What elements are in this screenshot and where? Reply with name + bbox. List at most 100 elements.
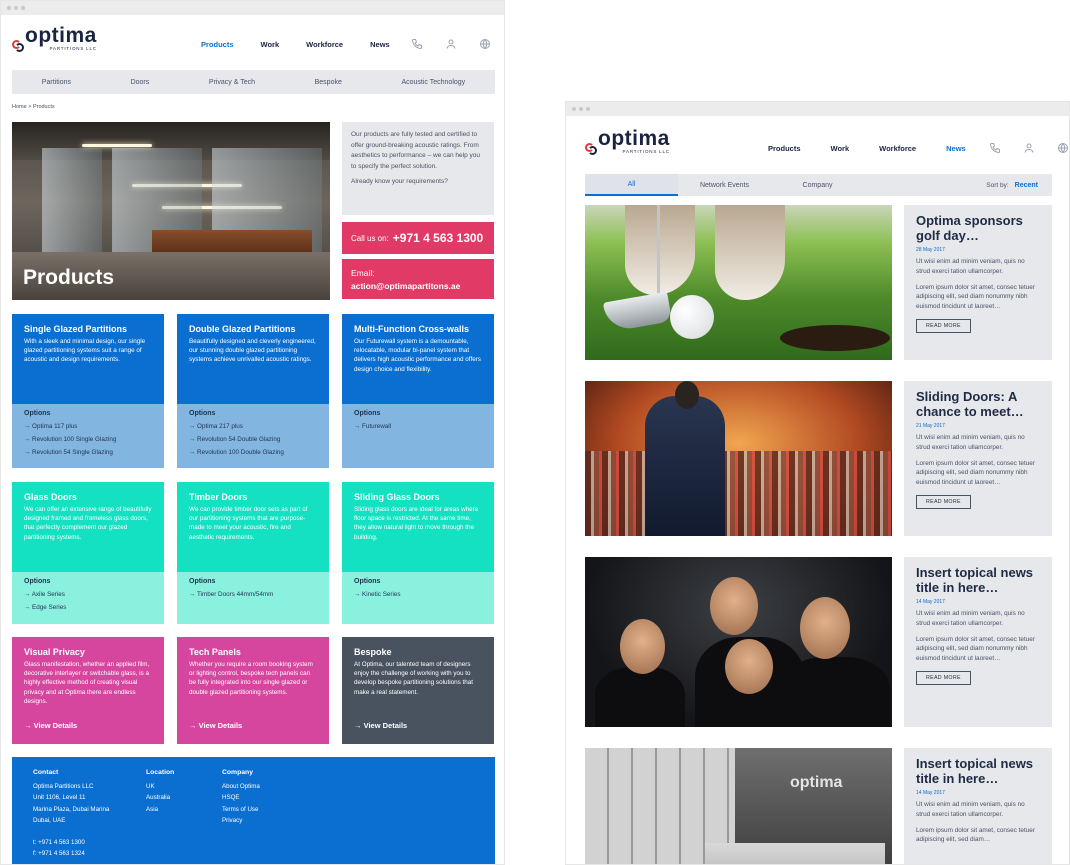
footer-link[interactable]: Privacy	[222, 815, 260, 826]
option-link[interactable]: Kinetic Series	[354, 589, 482, 602]
sort-value[interactable]: Recent	[1015, 182, 1038, 189]
news-excerpt: Lorem ipsum dolor sit amet, consec tetue…	[916, 459, 1035, 487]
filter-tab-network-events[interactable]: Network Events	[678, 174, 771, 196]
office-sign-logo: optima	[790, 774, 843, 791]
read-more-button[interactable]: READ MORE	[916, 318, 971, 333]
office-photo[interactable]: optima	[585, 748, 892, 864]
nav-workforce[interactable]: Workforce	[306, 40, 343, 49]
optima-logo[interactable]: optima PARTITIONS LLC	[12, 25, 97, 52]
news-title[interactable]: Insert topical news title in here…	[916, 565, 1040, 595]
footer-phone[interactable]: t: +971 4 563 1300	[33, 837, 109, 848]
card-title: Timber Doors	[189, 492, 248, 502]
option-link[interactable]: Revolution 54 Single Glazing	[24, 447, 152, 460]
user-icon[interactable]	[1022, 141, 1036, 155]
logo-mark-icon	[585, 142, 597, 155]
footer-link[interactable]: Asia	[146, 804, 174, 815]
card-description: Whether you require a room booking syste…	[189, 661, 313, 696]
optima-logo[interactable]: optima PARTITIONS LLC	[585, 128, 670, 155]
option-link[interactable]: Edge Series	[24, 602, 152, 615]
subnav-bespoke[interactable]: Bespoke	[315, 79, 342, 86]
card-cross-walls[interactable]: Multi-Function Cross-walls Our Futurewal…	[342, 314, 494, 468]
card-description: We can offer an extensive range of beaut…	[24, 506, 152, 541]
footer-link[interactable]: Australia	[146, 792, 174, 803]
option-link[interactable]: Futurewall	[354, 421, 482, 434]
view-details-link[interactable]: View Details	[189, 721, 243, 730]
card-double-glazed[interactable]: Double Glazed Partitions Beautifully des…	[177, 314, 329, 468]
globe-icon[interactable]	[1056, 141, 1069, 155]
nav-products[interactable]: Products	[768, 144, 801, 153]
main-nav: Products Work Workforce News	[768, 141, 1069, 155]
option-link[interactable]: Axile Series	[24, 589, 152, 602]
options-heading: Options	[354, 410, 381, 417]
footer-link[interactable]: Terms of Use	[222, 804, 260, 815]
news-title[interactable]: Optima sponsors golf day…	[916, 213, 1040, 243]
breadcrumb[interactable]: Home > Products	[12, 104, 55, 110]
browser-chrome	[1, 1, 504, 15]
call-us-box[interactable]: Call us on: +971 4 563 1300	[342, 222, 494, 254]
card-glass-doors[interactable]: Glass Doors We can offer an extensive ra…	[12, 482, 164, 624]
card-title: Bespoke	[354, 647, 392, 657]
news-date: 21 May 2017	[916, 423, 945, 429]
card-sliding-glass-doors[interactable]: Sliding Glass Doors Sliding glass doors …	[342, 482, 494, 624]
phone-icon[interactable]	[988, 141, 1002, 155]
nav-workforce[interactable]: Workforce	[879, 144, 916, 153]
email-box[interactable]: Email: action@optimapartitons.ae	[342, 259, 494, 299]
subnav-privacy-tech[interactable]: Privacy & Tech	[209, 79, 255, 86]
product-subnav: Partitions Doors Privacy & Tech Bespoke …	[12, 70, 495, 94]
option-link[interactable]: Revolution 100 Double Glazing	[189, 447, 317, 460]
view-details-link[interactable]: View Details	[354, 721, 408, 730]
news-date: 14 May 2017	[916, 599, 945, 605]
options-heading: Options	[24, 578, 51, 585]
card-bespoke[interactable]: Bespoke At Optima, our talented team of …	[342, 637, 494, 744]
globe-icon[interactable]	[478, 37, 492, 51]
option-link[interactable]: Revolution 54 Double Glazing	[189, 434, 317, 447]
card-tech-panels[interactable]: Tech Panels Whether you require a room b…	[177, 637, 329, 744]
card-title: Sliding Glass Doors	[354, 492, 440, 502]
footer-text: Optima Partitions LLC	[33, 783, 94, 790]
phone-icon[interactable]	[410, 37, 424, 51]
card-title: Glass Doors	[24, 492, 78, 502]
nav-news[interactable]: News	[946, 144, 966, 153]
card-visual-privacy[interactable]: Visual Privacy Glass manifestation, whet…	[12, 637, 164, 744]
subnav-acoustic-technology[interactable]: Acoustic Technology	[401, 79, 465, 86]
logo-wordmark: optima	[25, 24, 97, 47]
footer-link[interactable]: HSQE	[222, 792, 260, 803]
card-title: Multi-Function Cross-walls	[354, 324, 470, 334]
intro-text: Our products are fully tested and certif…	[351, 131, 480, 170]
option-link[interactable]: Revolution 100 Single Glazing	[24, 434, 152, 447]
view-details-link[interactable]: View Details	[24, 721, 78, 730]
card-single-glazed[interactable]: Single Glazed Partitions With a sleek an…	[12, 314, 164, 468]
option-link[interactable]: Timber Doors 44mm/54mm	[189, 589, 317, 602]
read-more-button[interactable]: READ MORE	[916, 670, 971, 685]
card-timber-doors[interactable]: Timber Doors We can provide timber door …	[177, 482, 329, 624]
option-link[interactable]: Optima 117 plus	[24, 421, 152, 434]
email-label: Email:	[351, 268, 375, 278]
golf-photo[interactable]	[585, 205, 892, 360]
phone-number[interactable]: +971 4 563 1300	[393, 231, 483, 245]
subnav-doors[interactable]: Doors	[131, 79, 150, 86]
read-more-button[interactable]: READ MORE	[916, 494, 971, 509]
filter-tab-all[interactable]: All	[585, 174, 678, 196]
conference-photo[interactable]	[585, 381, 892, 536]
footer-contact: Contact Optima Partitions LLC Unit 1106,…	[33, 769, 109, 860]
nav-work[interactable]: Work	[831, 144, 850, 153]
logo-tagline: PARTITIONS LLC	[49, 46, 97, 51]
email-address[interactable]: action@optimapartitons.ae	[351, 280, 485, 293]
footer-link[interactable]: About Optima	[222, 781, 260, 792]
subnav-partitions[interactable]: Partitions	[42, 79, 71, 86]
team-photo[interactable]	[585, 557, 892, 727]
news-title[interactable]: Sliding Doors: A chance to meet…	[916, 389, 1040, 419]
footer-link[interactable]: UK	[146, 781, 174, 792]
nav-news[interactable]: News	[370, 40, 390, 49]
news-title[interactable]: Insert topical news title in here…	[916, 756, 1040, 786]
sort-control[interactable]: Sort by: Recent	[986, 174, 1038, 196]
nav-work[interactable]: Work	[261, 40, 280, 49]
option-link[interactable]: Optima 217 plus	[189, 421, 317, 434]
footer-heading: Company	[222, 769, 253, 776]
user-icon[interactable]	[444, 37, 458, 51]
nav-products[interactable]: Products	[201, 40, 234, 49]
footer-text: Marina Plaza, Dubai Marina	[33, 805, 110, 813]
options-heading: Options	[189, 578, 216, 585]
filter-tab-company[interactable]: Company	[771, 174, 864, 196]
logo-wordmark: optima	[598, 127, 670, 150]
